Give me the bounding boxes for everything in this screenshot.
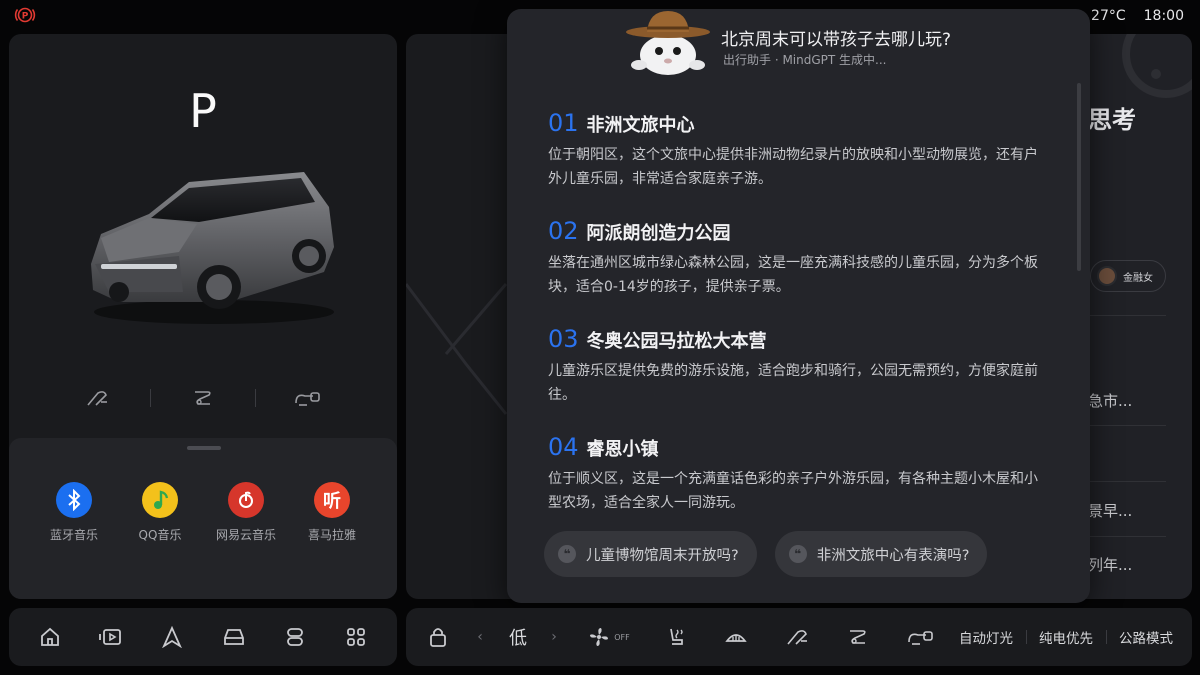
scrollbar[interactable] [1077, 83, 1081, 271]
item-description: 位于顺义区，这是一个充满童话色彩的亲子户外游乐园，有各种主题小木屋和小型农场，适… [548, 471, 1038, 511]
svg-text:P: P [22, 12, 29, 22]
ev-priority-button[interactable]: 纯电优先 [1036, 608, 1096, 666]
mirror-fold-button[interactable] [58, 384, 138, 412]
quote-icon: ❝ [788, 545, 807, 563]
list-item[interactable]: 04 睿恩小镇 位于顺义区，这是一个充满童话色彩的亲子户外游乐园，有各种主题小木… [548, 433, 1048, 541]
item-description: 位于朝阳区，这个文旅中心提供非洲动物纪录片的放映和小型动物展览，还有户外儿童乐园… [548, 147, 1038, 187]
fan-button[interactable]: OFF [584, 608, 634, 666]
auto-lights-button[interactable]: 自动灯光 [956, 608, 1016, 666]
charge-port-icon [908, 631, 933, 645]
suggestion-chips: ❝ 儿童博物馆周末开放吗? ❝ 非洲文旅中心有表演吗? [544, 531, 988, 577]
quote-icon: ❝ [558, 545, 576, 563]
item-number: 01 [548, 109, 579, 137]
gear-indicator: P [189, 84, 217, 138]
main-dock [9, 608, 397, 666]
mirror-icon [87, 391, 107, 406]
app-label: 喜马拉雅 [307, 528, 356, 542]
app-label: 网易云音乐 [215, 528, 276, 542]
list-item[interactable]: 02 阿派朗创造力公园 坐落在通州区城市绿心森林公园，这是一座充满科技感的儿童乐… [548, 217, 1048, 325]
avatar [1097, 266, 1117, 286]
clock: 18:00 [1143, 8, 1184, 24]
vehicle-card: P 蓝牙音乐 QQ音乐 网易云音乐 听 喜马拉雅 [9, 34, 397, 599]
qq-music-icon [142, 482, 178, 518]
background-card-title: 思考 [1088, 106, 1136, 134]
status-bar: 27°C 18:00 [1091, 8, 1184, 24]
seat-heat-icon [670, 628, 683, 645]
fan-decrease-button[interactable]: ‹ [470, 608, 490, 666]
media-panel: 蓝牙音乐 QQ音乐 网易云音乐 听 喜马拉雅 [9, 438, 397, 599]
home-icon[interactable] [37, 624, 63, 650]
media-icon[interactable] [98, 624, 124, 650]
mirror-button[interactable] [782, 608, 814, 666]
defrost-icon [725, 634, 747, 642]
defrost-button[interactable] [720, 608, 752, 666]
temperature-readout: 27°C [1091, 8, 1126, 24]
item-number: 02 [548, 217, 579, 245]
charge-port-icon [295, 392, 320, 406]
fan-level: 低 [509, 628, 527, 649]
controls-icon[interactable] [282, 624, 308, 650]
item-description: 坐落在通州区城市绿心森林公园，这是一座充满科技感的儿童乐园，分为多个板块，适合0… [548, 255, 1038, 295]
item-title: 睿恩小镇 [586, 439, 659, 460]
navigation-icon[interactable] [159, 624, 185, 650]
assistant-question: 北京周末可以带孩子去哪儿玩? [721, 30, 952, 50]
climate-bar: ‹ 低 › OFF 自动灯光 纯电优先 公路模式 [406, 608, 1192, 666]
netease-music-icon [228, 482, 264, 518]
seat-adjust-button[interactable] [842, 608, 874, 666]
seat-icon [195, 391, 211, 405]
car-icon[interactable] [221, 624, 247, 650]
profile-chip[interactable]: 金融女 [1090, 260, 1166, 292]
road-mode-button[interactable]: 公路模式 [1116, 608, 1176, 666]
ximalaya-icon: 听 [314, 482, 350, 518]
app-bluetooth-music[interactable]: 蓝牙音乐 [31, 482, 117, 543]
item-title: 冬奥公园马拉松大本营 [586, 331, 767, 352]
item-number: 03 [548, 325, 579, 353]
suggestion-chip[interactable]: ❝ 非洲文旅中心有表演吗? [774, 531, 988, 577]
suggestion-chip[interactable]: ❝ 儿童博物馆周末开放吗? [544, 531, 757, 577]
seat-icon [850, 630, 866, 644]
list-item[interactable]: 急市... [1088, 390, 1132, 411]
mirror-icon [787, 630, 807, 645]
fan-icon [590, 628, 609, 646]
list-item[interactable]: 01 非洲文旅中心 位于朝阳区，这个文旅中心提供非洲动物纪录片的放映和小型动物展… [548, 109, 1048, 217]
suggestion-text: 儿童博物馆周末开放吗? [586, 547, 739, 564]
background-card: 思考 金融女 急市... 景早... 列年... [1086, 34, 1192, 599]
charge-port-button[interactable] [268, 384, 348, 412]
list-item[interactable]: 列年... [1088, 554, 1132, 575]
assistant-dialog: 北京周末可以带孩子去哪儿玩? 出行助手 · MindGPT 生成中... 01 … [507, 9, 1090, 603]
item-title: 阿派朗创造力公园 [586, 223, 731, 244]
car-image [91, 172, 334, 324]
assistant-subtitle: 出行助手 · MindGPT 生成中... [723, 53, 887, 67]
list-item[interactable]: 景早... [1088, 500, 1132, 521]
app-label: QQ音乐 [138, 528, 182, 542]
item-description: 儿童游乐区提供免费的游乐设施，适合跑步和骑行，公园无需预约，方便家庭前往。 [548, 363, 1038, 403]
drag-handle[interactable] [187, 446, 221, 450]
lock-icon[interactable] [424, 608, 452, 666]
car-quick-controls [9, 384, 397, 412]
profile-name: 金融女 [1123, 272, 1153, 284]
apps-grid-icon[interactable] [343, 624, 369, 650]
bluetooth-icon [56, 482, 92, 518]
item-number: 04 [548, 433, 579, 461]
seat-button[interactable] [163, 384, 243, 412]
recommendation-list: 01 非洲文旅中心 位于朝阳区，这个文旅中心提供非洲动物纪录片的放映和小型动物展… [548, 109, 1048, 541]
app-netease-music[interactable]: 网易云音乐 [203, 482, 289, 543]
seat-heat-button[interactable] [660, 608, 692, 666]
item-title: 非洲文旅中心 [586, 115, 695, 136]
assistant-mascot-icon [626, 11, 710, 75]
list-item[interactable]: 03 冬奥公园马拉松大本营 儿童游乐区提供免费的游乐设施，适合跑步和骑行，公园无… [548, 325, 1048, 433]
parking-brake-icon: P [14, 6, 36, 24]
charge-port-button[interactable] [904, 608, 938, 666]
suggestion-text: 非洲文旅中心有表演吗? [816, 547, 970, 564]
app-ximalaya[interactable]: 听 喜马拉雅 [289, 482, 375, 543]
app-label: 蓝牙音乐 [49, 528, 98, 542]
app-qq-music[interactable]: QQ音乐 [117, 482, 203, 543]
fan-state: OFF [614, 632, 630, 642]
fan-increase-button[interactable]: › [544, 608, 564, 666]
